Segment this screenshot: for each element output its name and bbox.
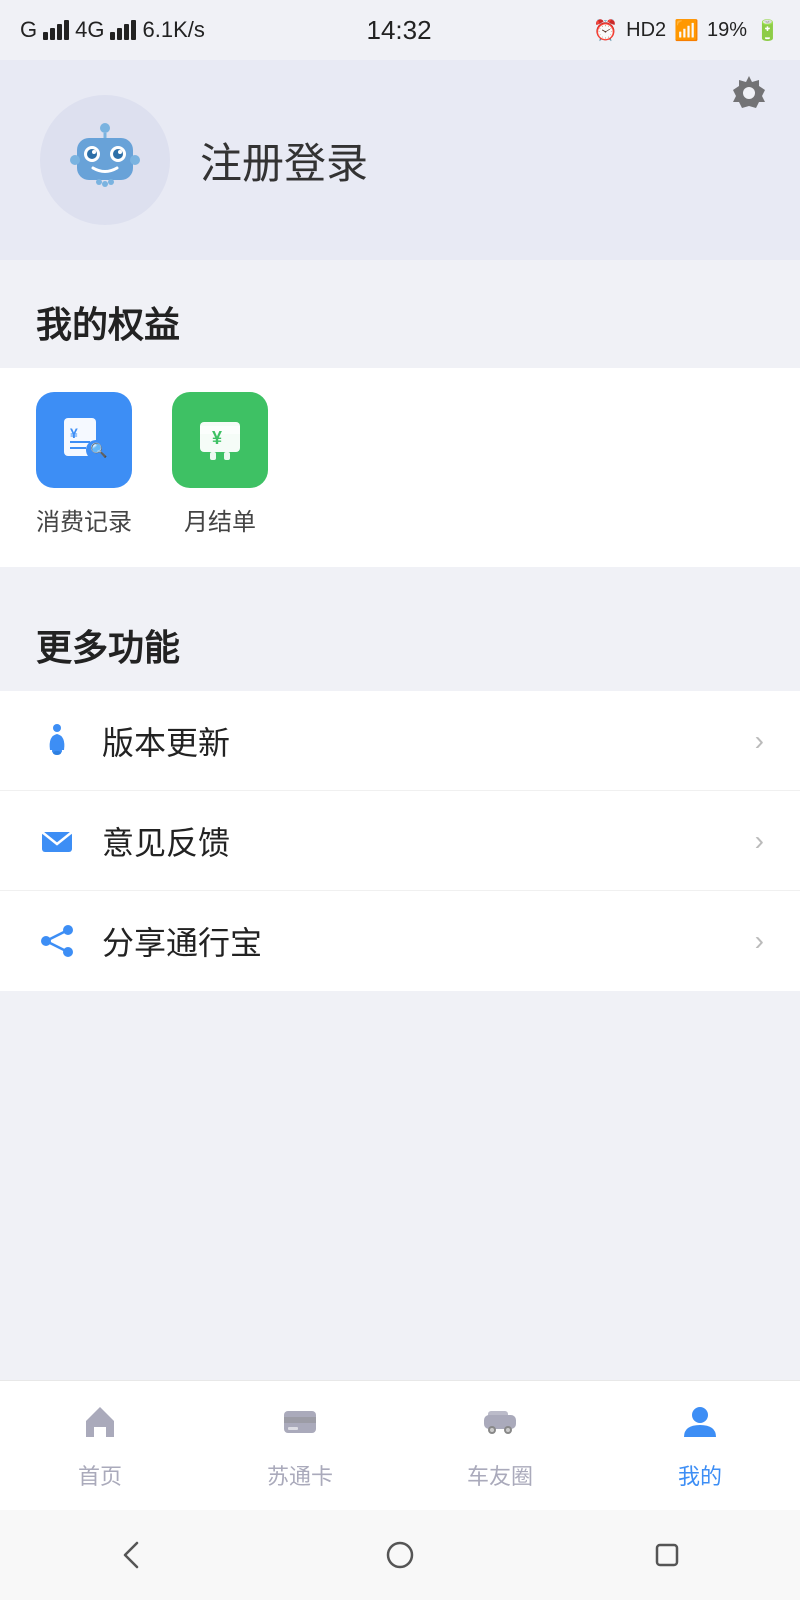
monthly-bill-item[interactable]: ¥ 月结单 bbox=[172, 392, 268, 537]
menu-list: 版本更新 › 意见反馈 › bbox=[0, 691, 800, 991]
speed-label: 6.1K/s bbox=[142, 17, 204, 43]
consumption-icon-box: ¥ 🔍 bbox=[36, 392, 132, 488]
monthly-bill-icon: ¥ bbox=[192, 412, 248, 468]
benefits-section: 我的权益 ¥ 🔍 消费记录 bbox=[0, 260, 800, 567]
profile-header: 注册登录 bbox=[0, 60, 800, 260]
benefits-grid: ¥ 🔍 消费记录 ¥ bbox=[0, 368, 800, 567]
share-label: 分享通行宝 bbox=[102, 918, 262, 964]
version-update-item[interactable]: 版本更新 › bbox=[0, 691, 800, 791]
chevron-right-icon-2: › bbox=[755, 825, 764, 857]
back-button[interactable] bbox=[103, 1525, 163, 1585]
settings-button[interactable] bbox=[722, 65, 776, 119]
svg-text:¥: ¥ bbox=[212, 428, 222, 448]
share-item[interactable]: 分享通行宝 › bbox=[0, 891, 800, 991]
svg-text:¥: ¥ bbox=[70, 425, 78, 441]
main-content: 我的权益 ¥ 🔍 消费记录 bbox=[0, 260, 800, 991]
status-left: G 4G 6.1K/s bbox=[20, 17, 205, 43]
gear-icon bbox=[729, 72, 769, 112]
home-icon bbox=[80, 1401, 120, 1451]
feedback-item[interactable]: 意见反馈 › bbox=[0, 791, 800, 891]
benefits-section-title: 我的权益 bbox=[0, 260, 800, 368]
signal-icon-2 bbox=[110, 20, 136, 40]
chevron-right-icon: › bbox=[755, 725, 764, 757]
nav-car-circle-label: 车友圈 bbox=[467, 1459, 533, 1491]
feedback-label: 意见反馈 bbox=[102, 818, 230, 864]
alarm-icon: ⏰ bbox=[593, 18, 618, 43]
nav-car-circle[interactable]: 车友圈 bbox=[400, 1381, 600, 1510]
version-update-label: 版本更新 bbox=[102, 718, 230, 764]
wifi-icon: 📶 bbox=[674, 18, 699, 43]
mail-icon bbox=[36, 820, 78, 862]
robot-icon bbox=[55, 110, 155, 210]
home-system-icon bbox=[382, 1537, 418, 1573]
svg-text:🔍: 🔍 bbox=[90, 441, 107, 459]
more-features-section: 更多功能 版本更新 › bbox=[0, 583, 800, 991]
home-button[interactable] bbox=[370, 1525, 430, 1585]
back-icon bbox=[115, 1537, 151, 1573]
consumption-icon: ¥ 🔍 bbox=[56, 412, 112, 468]
monthly-bill-label: 月结单 bbox=[184, 502, 256, 537]
bell-icon bbox=[36, 720, 78, 762]
nav-mine-label: 我的 bbox=[678, 1459, 722, 1491]
nav-mine[interactable]: 我的 bbox=[600, 1381, 800, 1510]
recent-icon bbox=[649, 1537, 685, 1573]
consumption-label: 消费记录 bbox=[36, 502, 132, 537]
time-display: 14:32 bbox=[367, 15, 432, 46]
nav-sutongcard-label: 苏通卡 bbox=[267, 1459, 333, 1491]
share-left: 分享通行宝 bbox=[36, 918, 262, 964]
system-nav bbox=[0, 1510, 800, 1600]
more-features-title: 更多功能 bbox=[0, 583, 800, 691]
chevron-right-icon-3: › bbox=[755, 925, 764, 957]
consumption-record-item[interactable]: ¥ 🔍 消费记录 bbox=[36, 392, 132, 537]
bottom-nav: 首页 苏通卡 车友圈 bbox=[0, 1380, 800, 1510]
signal-icon bbox=[43, 20, 69, 40]
card-icon bbox=[280, 1401, 320, 1451]
user-icon bbox=[680, 1401, 720, 1451]
share-icon bbox=[36, 920, 78, 962]
version-update-left: 版本更新 bbox=[36, 718, 230, 764]
battery-icon: 🔋 bbox=[755, 18, 780, 43]
recent-button[interactable] bbox=[637, 1525, 697, 1585]
nav-sutongcard[interactable]: 苏通卡 bbox=[200, 1381, 400, 1510]
nav-home-label: 首页 bbox=[78, 1459, 122, 1491]
network-label: 4G bbox=[75, 17, 104, 43]
avatar[interactable] bbox=[40, 95, 170, 225]
status-bar: G 4G 6.1K/s 14:32 ⏰ HD2 📶 19% 🔋 bbox=[0, 0, 800, 60]
battery-label: 19% bbox=[707, 19, 747, 42]
status-right: ⏰ HD2 📶 19% 🔋 bbox=[593, 18, 780, 43]
feedback-left: 意见反馈 bbox=[36, 818, 230, 864]
car-icon bbox=[480, 1401, 520, 1451]
hd-label: HD2 bbox=[626, 19, 666, 42]
nav-home[interactable]: 首页 bbox=[0, 1381, 200, 1510]
profile-title[interactable]: 注册登录 bbox=[200, 130, 368, 191]
carrier-label: G bbox=[20, 17, 37, 43]
monthly-bill-icon-box: ¥ bbox=[172, 392, 268, 488]
